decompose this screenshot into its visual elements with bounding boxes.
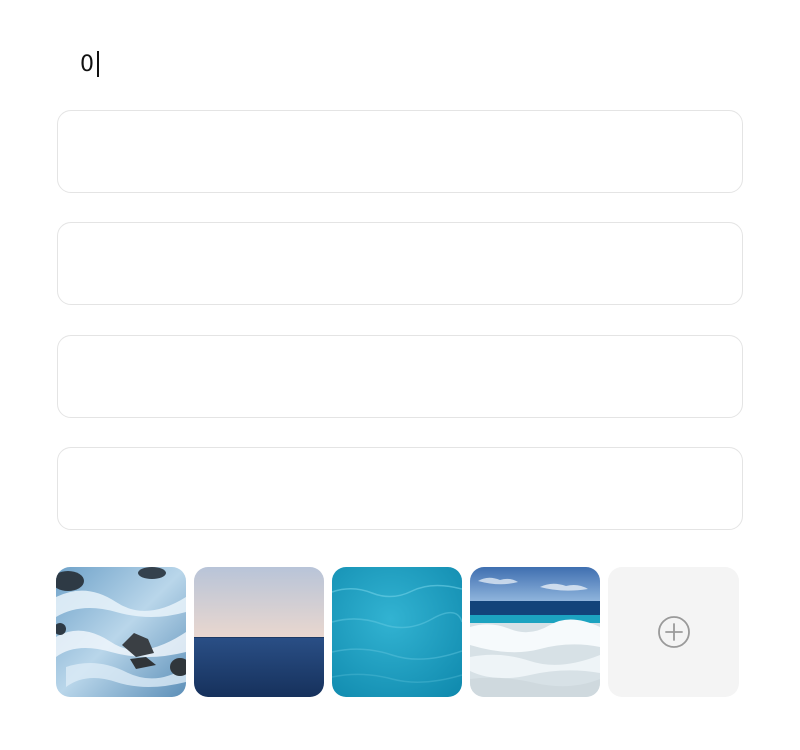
beach-waves-image: [470, 567, 600, 697]
waves-rocks-image: [56, 567, 186, 697]
thumbnail-beach-waves[interactable]: [470, 567, 600, 697]
page: 0: [0, 0, 800, 750]
text-field-4[interactable]: [57, 447, 743, 530]
thumbnail-sea-horizon[interactable]: [194, 567, 324, 697]
thumbnail-turquoise-water[interactable]: [332, 567, 462, 697]
character-counter: 0: [80, 49, 99, 79]
sea-horizon-image: [194, 567, 324, 697]
turquoise-water-image: [332, 567, 462, 697]
text-field-2[interactable]: [57, 222, 743, 305]
image-picker: [56, 567, 739, 697]
text-field-1[interactable]: [57, 110, 743, 193]
text-cursor: [97, 51, 99, 77]
text-field-3[interactable]: [57, 335, 743, 418]
plus-circle-icon: [657, 616, 690, 648]
add-image-button[interactable]: [608, 567, 739, 697]
thumbnail-waves-rocks[interactable]: [56, 567, 186, 697]
counter-value: 0: [80, 51, 94, 77]
